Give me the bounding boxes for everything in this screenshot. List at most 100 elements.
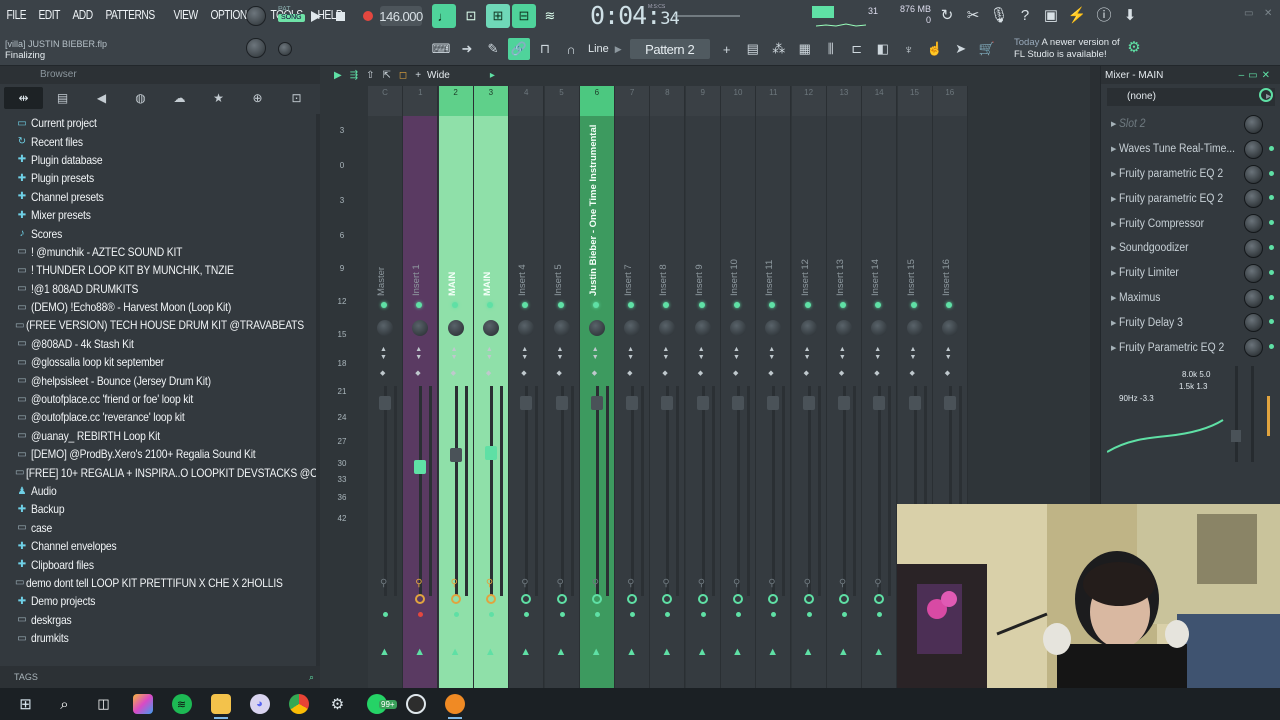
window-controls-icon[interactable]: –▭✕ xyxy=(1239,70,1280,81)
microphone-icon[interactable]: 🎙 xyxy=(989,6,1009,26)
volume-fader[interactable] xyxy=(419,386,423,596)
browser-item[interactable]: ✚ Backup xyxy=(0,500,320,518)
menu-view[interactable]: VIEW xyxy=(171,8,200,22)
stereo-separation-icon[interactable]: ▲ ▼ ◆ xyxy=(874,346,881,378)
save-icon[interactable]: ▣ xyxy=(1041,6,1061,26)
pan-knob[interactable] xyxy=(659,320,676,336)
mixer-strip[interactable]: C Master ▲ ▼ ◆ ⚲ ▲ xyxy=(368,86,403,688)
browser-item[interactable]: ▭ [DEMO] @ProdBy.Xero's 2100+ Regalia Sou… xyxy=(0,445,320,463)
route-arrow-icon[interactable]: ▲ xyxy=(697,646,708,658)
fader-handle[interactable] xyxy=(732,396,744,410)
volume-fader[interactable] xyxy=(772,386,776,596)
pan-knob[interactable] xyxy=(906,320,923,336)
snap-selector[interactable]: Line xyxy=(588,43,609,55)
record-arm-led[interactable] xyxy=(524,612,530,617)
pattern-selector[interactable]: Pattern 2 xyxy=(629,39,710,59)
stereo-separation-icon[interactable]: ▲ ▼ ◆ xyxy=(627,346,634,378)
discord-icon[interactable]: ◕ xyxy=(240,688,279,720)
upload-icon[interactable]: ⇧ xyxy=(366,70,374,81)
pan-knob[interactable] xyxy=(800,320,817,336)
power-icon[interactable] xyxy=(1259,88,1273,102)
stop-button[interactable] xyxy=(330,6,350,26)
strip-enable-led[interactable] xyxy=(839,302,846,308)
stereo-separation-icon[interactable]: ▲ ▼ ◆ xyxy=(945,346,952,378)
browser-item[interactable]: ▭ (FREE VERSION) TECH HOUSE DRUM KIT @TRA… xyxy=(0,316,320,334)
fader-handle[interactable] xyxy=(802,396,815,410)
send-icon[interactable]: ⚲ xyxy=(451,578,461,589)
search-icon[interactable]: ⌕ xyxy=(45,688,84,720)
close-icon[interactable]: ✕ xyxy=(1264,8,1272,19)
browser-item[interactable]: ♟ Audio xyxy=(0,482,320,500)
link-icon[interactable]: 🔗 xyxy=(508,38,530,60)
fx-enable-icon[interactable] xyxy=(662,594,673,604)
volume-fader[interactable] xyxy=(842,386,846,596)
volume-fader[interactable] xyxy=(878,386,882,596)
cloud-icon[interactable]: ☁ xyxy=(160,87,199,109)
strip-enable-led[interactable] xyxy=(734,302,740,308)
playlist-icon[interactable]: ▤ xyxy=(742,38,764,60)
record-arm-led[interactable] xyxy=(841,612,847,617)
fx-slot[interactable]: ▶ Fruity Delay 3 xyxy=(1101,310,1280,335)
send-icon[interactable]: ⚲ xyxy=(592,578,602,589)
stereo-separation-icon[interactable]: ▲ ▼ ◆ xyxy=(698,346,705,378)
pan-knob[interactable] xyxy=(765,320,782,336)
pan-knob[interactable] xyxy=(835,320,852,336)
slot-mix-knob[interactable] xyxy=(1244,189,1263,209)
stereo-separation-icon[interactable]: ▲ ▼ ◆ xyxy=(521,346,528,378)
mixer-strip[interactable]: 13 Insert 13 ▲ ▼ ◆ ⚲ ▲ xyxy=(826,86,862,688)
update-icon[interactable]: ⚙ xyxy=(1124,38,1144,58)
expand-icon[interactable]: ▶ xyxy=(1111,195,1119,203)
fx-enable-icon[interactable] xyxy=(838,594,849,604)
send-icon[interactable]: ⚲ xyxy=(804,578,814,589)
slot-enable-led[interactable] xyxy=(1269,145,1274,151)
folder-icon[interactable]: ⊡ xyxy=(277,87,316,109)
copilot-icon[interactable] xyxy=(123,688,162,720)
strip-enable-led[interactable] xyxy=(663,302,670,308)
send-icon[interactable]: ⚲ xyxy=(698,578,708,589)
obs-icon[interactable] xyxy=(396,688,435,720)
stereo-separation-icon[interactable]: ▲ ▼ ◆ xyxy=(910,346,917,378)
menu-patterns[interactable]: PATTERNS xyxy=(103,8,157,22)
pan-knob[interactable] xyxy=(482,320,499,336)
send-icon[interactable]: ⚲ xyxy=(380,578,390,589)
strip-enable-led[interactable] xyxy=(769,302,776,308)
fader-handle[interactable] xyxy=(767,396,780,410)
browser-item[interactable]: ✚ Channel envelopes xyxy=(0,537,320,555)
browser-item[interactable]: ▭ case xyxy=(0,519,320,537)
whatsapp-icon[interactable]: 99+ xyxy=(357,688,397,720)
expand-icon[interactable]: ▶ xyxy=(1111,120,1119,128)
pan-knob[interactable] xyxy=(377,320,393,336)
browser-item[interactable]: ✚ Mixer presets xyxy=(0,206,320,224)
slot-enable-led[interactable] xyxy=(1269,269,1274,275)
steam-icon[interactable]: ⚙ xyxy=(318,688,357,720)
volume-fader[interactable] xyxy=(560,386,564,596)
route-arrow-icon[interactable]: ▲ xyxy=(803,646,814,658)
mixer-view-mode[interactable]: Wide xyxy=(427,70,450,81)
record-arm-led[interactable] xyxy=(771,612,777,617)
stereo-separation-icon[interactable]: ▲ ▼ ◆ xyxy=(804,346,811,378)
stereo-separation-icon[interactable]: ▲ ▼ ◆ xyxy=(415,346,422,378)
strip-enable-led[interactable] xyxy=(875,302,882,308)
send-icon[interactable]: ⚲ xyxy=(768,578,778,589)
strip-enable-led[interactable] xyxy=(910,302,917,308)
master-pitch-knob[interactable] xyxy=(246,38,266,58)
volume-fader[interactable] xyxy=(595,386,599,596)
volume-fader[interactable] xyxy=(489,386,493,596)
pan-knob[interactable] xyxy=(518,320,535,336)
search-icon[interactable]: ⌕ xyxy=(309,666,314,688)
browser-item[interactable]: ▭ @outofplace.cc 'reverance' loop kit xyxy=(0,408,320,426)
record-arm-led[interactable] xyxy=(383,612,388,617)
expand-icon[interactable]: ▶ xyxy=(1111,145,1119,153)
wait-input-toggle[interactable]: ⊡ xyxy=(459,4,483,28)
fx-enable-icon[interactable] xyxy=(768,594,779,604)
volume-fader[interactable] xyxy=(807,386,811,596)
new-folder-icon[interactable]: ⊕ xyxy=(238,87,277,109)
slot-enable-led[interactable] xyxy=(1269,294,1274,300)
strip-enable-led[interactable] xyxy=(557,302,564,308)
fx-slot[interactable]: ▶ Waves Tune Real-Time... xyxy=(1101,137,1280,162)
menu-edit[interactable]: EDIT xyxy=(36,8,62,22)
taskview-icon[interactable]: ◫ xyxy=(84,688,123,720)
play-button[interactable] xyxy=(306,6,326,26)
windows-icon[interactable]: ⊞ xyxy=(6,688,45,720)
fader-handle[interactable] xyxy=(837,396,850,410)
